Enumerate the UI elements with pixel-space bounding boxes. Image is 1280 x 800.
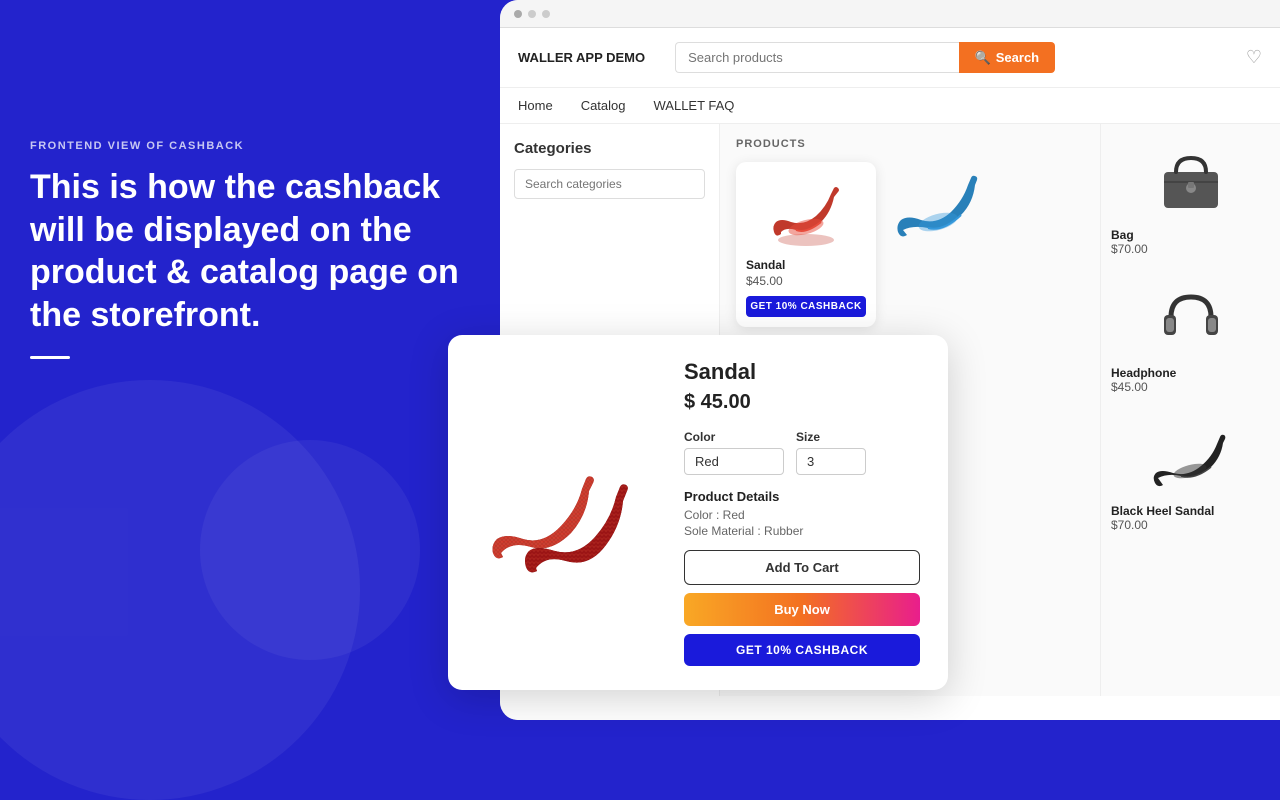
- nav-wallet-faq[interactable]: WALLET FAQ: [654, 98, 735, 113]
- browser-dot-3: [542, 10, 550, 18]
- nav-home[interactable]: Home: [518, 98, 553, 113]
- bag-image: [1111, 134, 1270, 224]
- color-label: Color: [684, 430, 784, 444]
- product-card-blue-heel[interactable]: [890, 162, 980, 327]
- blue-heel-svg: [893, 165, 978, 250]
- product-card-headphone[interactable]: Headphone $45.00: [1111, 272, 1270, 394]
- get-cashback-button[interactable]: GET 10% CASHBACK: [684, 634, 920, 666]
- store-header: WALLER APP DEMO 🔍 Search ♡: [500, 28, 1280, 88]
- modal-shoe-svg: [481, 433, 651, 593]
- add-to-cart-button[interactable]: Add To Cart: [684, 550, 920, 585]
- product-detail-modal: Sandal $ 45.00 Color Size Product Detail…: [448, 335, 948, 690]
- store-nav: Home Catalog WALLET FAQ: [500, 88, 1280, 124]
- sidebar-categories-title: Categories: [514, 140, 705, 157]
- divider: [30, 356, 70, 359]
- headphone-image: [1111, 272, 1270, 362]
- search-input[interactable]: [675, 42, 958, 73]
- product-detail-material: Sole Material : Rubber: [684, 524, 920, 538]
- wishlist-icon[interactable]: ♡: [1246, 47, 1262, 68]
- browser-dot-2: [528, 10, 536, 18]
- modal-options: Color Size: [684, 430, 920, 475]
- size-input[interactable]: [796, 448, 866, 475]
- black-heel-price: $70.00: [1111, 518, 1148, 532]
- color-option-group: Color: [684, 430, 784, 475]
- nav-catalog[interactable]: Catalog: [581, 98, 626, 113]
- sandal-image: [746, 172, 866, 252]
- buy-now-button[interactable]: Buy Now: [684, 593, 920, 626]
- left-panel: FRONTEND VIEW OF CASHBACK This is how th…: [30, 140, 470, 359]
- left-background: [0, 0, 500, 720]
- modal-info-panel: Sandal $ 45.00 Color Size Product Detail…: [684, 359, 920, 666]
- product-card-sandal[interactable]: Sandal $45.00 GET 10% CASHBACK: [736, 162, 876, 327]
- bag-name: Bag: [1111, 228, 1134, 242]
- categories-search-input[interactable]: [514, 169, 705, 199]
- black-heel-name: Black Heel Sandal: [1111, 504, 1214, 518]
- size-option-group: Size: [796, 430, 866, 475]
- headphone-name: Headphone: [1111, 366, 1176, 380]
- tagline-text: FRONTEND VIEW OF CASHBACK: [30, 140, 470, 152]
- bag-price: $70.00: [1111, 242, 1148, 256]
- search-button[interactable]: 🔍 Search: [959, 42, 1056, 73]
- black-heel-image: [1111, 410, 1270, 500]
- size-label: Size: [796, 430, 866, 444]
- product-details-title: Product Details: [684, 489, 920, 504]
- headphone-svg: [1156, 282, 1226, 352]
- modal-actions: Add To Cart Buy Now GET 10% CASHBACK: [684, 550, 920, 666]
- sandal-price: $45.00: [746, 274, 866, 288]
- bag-svg: [1156, 144, 1226, 214]
- modal-product-image: [476, 359, 656, 666]
- sandal-svg: [766, 172, 846, 252]
- right-products-column: Bag $70.00 Headphone: [1100, 124, 1280, 696]
- search-bar: 🔍 Search: [675, 42, 1055, 73]
- search-icon: 🔍: [975, 50, 991, 66]
- black-heel-svg: [1153, 423, 1228, 488]
- product-detail-color: Color : Red: [684, 508, 920, 522]
- modal-product-price: $ 45.00: [684, 391, 920, 414]
- headphone-price: $45.00: [1111, 380, 1148, 394]
- sandal-name: Sandal: [746, 258, 866, 272]
- search-button-label: Search: [996, 50, 1039, 65]
- browser-dot-1: [514, 10, 522, 18]
- color-input[interactable]: [684, 448, 784, 475]
- store-logo: WALLER APP DEMO: [518, 50, 645, 65]
- product-card-bag[interactable]: Bag $70.00: [1111, 134, 1270, 256]
- decorative-circle-small: [200, 440, 420, 660]
- headline-text: This is how the cashback will be display…: [30, 166, 470, 336]
- product-card-black-heel[interactable]: Black Heel Sandal $70.00: [1111, 410, 1270, 532]
- sandal-cashback-button[interactable]: GET 10% CASHBACK: [746, 296, 866, 317]
- products-section-label: PRODUCTS: [736, 138, 1084, 150]
- modal-product-title: Sandal: [684, 359, 920, 385]
- products-row-1: Sandal $45.00 GET 10% CASHBACK: [736, 162, 1084, 327]
- browser-chrome: [500, 0, 1280, 28]
